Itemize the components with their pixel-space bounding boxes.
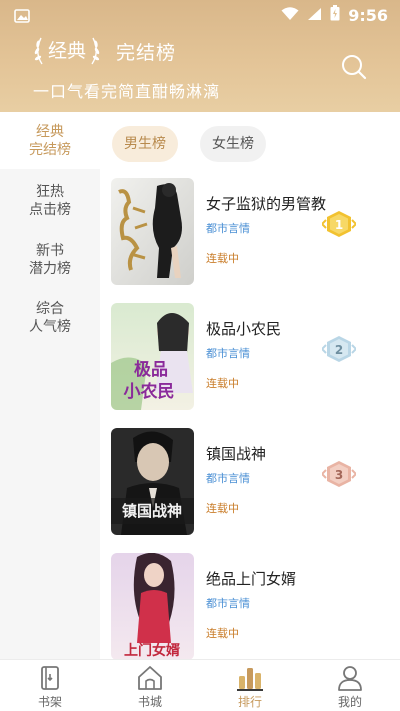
nav-label: 书城 — [137, 695, 162, 709]
header-banner: 9:56 经典 完结榜 一口气看完简直酣畅淋漓 — [0, 0, 400, 112]
book-status: 连载中 — [206, 502, 239, 515]
status-time: 9:56 — [348, 5, 388, 25]
rank-medal-icon: 3 — [320, 460, 358, 488]
svg-text:镇国战神: 镇国战神 — [122, 502, 182, 520]
tab-male[interactable]: 男生榜 — [112, 126, 178, 162]
wifi-icon — [281, 6, 299, 25]
rank-number: 1 — [335, 218, 343, 232]
nav-label: 排行 — [237, 695, 262, 709]
book-item[interactable]: 镇国战神 镇国战神 都市言情 连载中 3 — [111, 428, 391, 540]
tab-female[interactable]: 女生榜 — [200, 126, 266, 162]
nav-label: 我的 — [337, 695, 362, 709]
nav-ranking[interactable]: 排行 — [200, 660, 300, 711]
book-title: 绝品上门女婿 — [206, 570, 297, 588]
ranking-icon — [237, 668, 263, 691]
sidebar-item-popular[interactable]: 综合 人气榜 — [0, 300, 100, 336]
svg-text:小农民: 小农民 — [124, 381, 175, 402]
nav-bookshelf[interactable]: 书架 — [0, 660, 100, 711]
rank-medal-icon: 1 — [320, 210, 358, 238]
search-button[interactable] — [340, 53, 368, 81]
sidebar-item-label: 综合 — [36, 301, 64, 317]
book-cover[interactable]: 上门女婿 — [111, 553, 194, 659]
laurel-badge: 经典 — [32, 34, 102, 68]
rank-number: 3 — [335, 468, 343, 482]
sidebar-item-new-potential[interactable]: 新书 潜力榜 — [0, 242, 100, 278]
bottom-nav: 书架 书城 排行 我的 — [0, 659, 400, 711]
book-item[interactable]: 极品 小农民 极品小农民 都市言情 连载中 2 — [111, 303, 391, 415]
ranking-list: 男生榜 女生榜 女子监狱的男管教 都市言情 连载中 1 极品 小农民 极品小农民… — [100, 112, 400, 659]
bookshelf-icon — [41, 666, 59, 690]
book-title: 女子监狱的男管教 — [206, 195, 327, 213]
rank-medal-icon: 2 — [320, 335, 358, 363]
badge-text: 经典 — [47, 40, 86, 62]
battery-icon — [330, 5, 340, 25]
book-title: 镇国战神 — [206, 445, 267, 463]
sidebar-item-classic-complete[interactable]: 经典 完结榜 — [0, 112, 100, 169]
profile-icon — [338, 666, 362, 691]
sidebar-item-label: 狂热 — [36, 184, 64, 200]
sidebar-item-hot-clicks[interactable]: 狂热 点击榜 — [0, 183, 100, 219]
page-subtitle: 一口气看完简直酣畅淋漓 — [33, 82, 221, 101]
book-item[interactable]: 女子监狱的男管教 都市言情 连载中 1 — [111, 178, 391, 290]
book-cover[interactable] — [111, 178, 194, 285]
nav-label: 书架 — [37, 695, 62, 709]
home-icon — [138, 666, 162, 690]
gallery-notification-icon — [14, 8, 30, 27]
sidebar-item-label: 人气榜 — [29, 319, 71, 335]
svg-text:极品: 极品 — [134, 360, 168, 380]
svg-text:上门女婿: 上门女婿 — [124, 642, 181, 659]
book-status: 连载中 — [206, 377, 239, 390]
signal-icon — [307, 6, 322, 25]
book-title: 极品小农民 — [206, 320, 282, 338]
book-status: 连载中 — [206, 252, 239, 265]
sidebar-item-label: 点击榜 — [29, 202, 71, 218]
book-genre: 都市言情 — [206, 347, 250, 360]
rank-number: 2 — [335, 343, 343, 357]
page-title: 完结榜 — [116, 41, 177, 64]
sidebar-item-label: 潜力榜 — [29, 261, 71, 277]
nav-bookstore[interactable]: 书城 — [100, 660, 200, 711]
book-genre: 都市言情 — [206, 222, 250, 235]
book-item[interactable]: 上门女婿 绝品上门女婿 都市言情 连载中 — [111, 553, 391, 659]
book-cover[interactable]: 镇国战神 — [111, 428, 194, 535]
book-cover[interactable]: 极品 小农民 — [111, 303, 194, 410]
book-genre: 都市言情 — [206, 472, 250, 485]
book-status: 连载中 — [206, 627, 239, 640]
nav-profile[interactable]: 我的 — [300, 660, 400, 711]
sidebar-item-label: 新书 — [36, 243, 64, 259]
sidebar-item-label: 完结榜 — [29, 142, 71, 158]
book-genre: 都市言情 — [206, 597, 250, 610]
ranking-sidebar: 经典 完结榜 狂热 点击榜 新书 潜力榜 综合 人气榜 — [0, 112, 100, 659]
status-bar: 9:56 — [0, 0, 400, 30]
search-icon — [342, 55, 367, 80]
sidebar-item-label: 经典 — [36, 124, 64, 140]
